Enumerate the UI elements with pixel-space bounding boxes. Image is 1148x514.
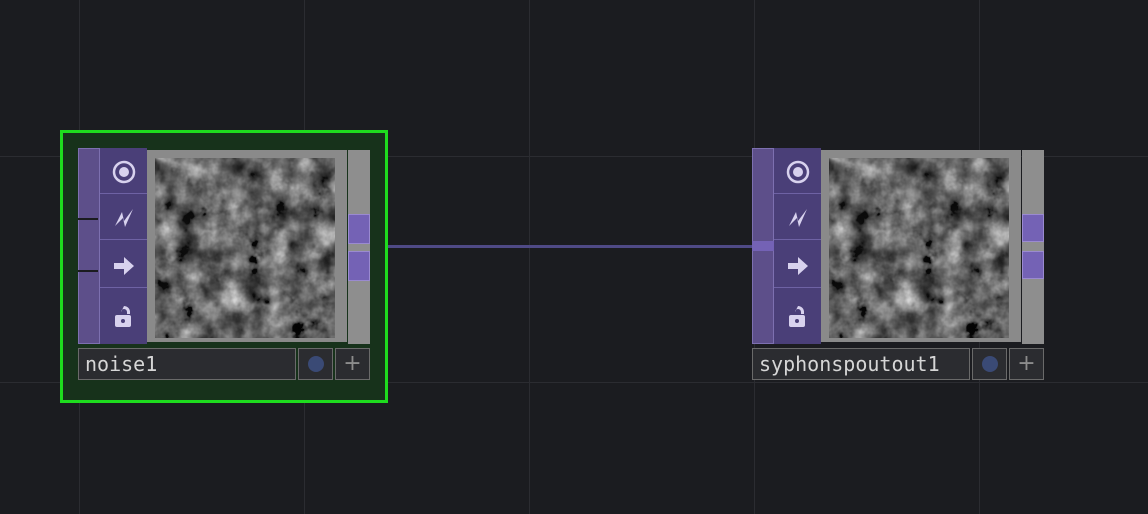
node-add-button[interactable]: + xyxy=(335,348,370,380)
viewer-toggle-icon xyxy=(307,356,324,372)
export-flag-icon xyxy=(787,256,808,275)
node-name-field[interactable]: syphonspoutout1 xyxy=(752,348,970,380)
node-add-button[interactable]: + xyxy=(1009,348,1044,380)
node-flags xyxy=(774,148,821,344)
output-connector[interactable] xyxy=(348,251,370,281)
node-viewer[interactable] xyxy=(147,150,347,342)
lock-icon xyxy=(114,306,131,327)
export-flag[interactable] xyxy=(774,244,821,288)
noise-thumbnail xyxy=(155,158,335,338)
output-strip xyxy=(1022,150,1044,344)
lock-flag[interactable] xyxy=(100,294,147,338)
plus-icon: + xyxy=(1017,351,1036,376)
cook-flag-icon xyxy=(788,208,807,227)
plus-icon: + xyxy=(343,351,362,376)
noise-image xyxy=(155,158,335,338)
input-divider xyxy=(78,218,98,220)
viewer-active-icon xyxy=(112,160,135,183)
node-viewer[interactable] xyxy=(821,150,1021,342)
viewer-flag[interactable] xyxy=(774,150,821,194)
viewer-toggle-icon xyxy=(981,356,998,372)
node-syphonspoutout1[interactable]: syphonspoutout1 + xyxy=(752,148,1046,384)
node-noise1[interactable]: noise1 + xyxy=(78,148,372,384)
node-viewer-toggle-button[interactable] xyxy=(298,348,333,380)
output-strip xyxy=(348,150,370,344)
cook-flag[interactable] xyxy=(774,196,821,240)
export-flag[interactable] xyxy=(100,244,147,288)
input-divider xyxy=(78,270,98,272)
node-flags xyxy=(100,148,147,344)
viewer-flag[interactable] xyxy=(100,150,147,194)
network-editor-canvas[interactable]: noise1 + syphonspoutout1 + xyxy=(0,0,1148,514)
export-flag-icon xyxy=(113,256,134,275)
input-connector[interactable] xyxy=(752,241,774,251)
lock-flag[interactable] xyxy=(774,294,821,338)
node-name-field[interactable]: noise1 xyxy=(78,348,296,380)
input-side-bar[interactable] xyxy=(78,148,100,344)
output-connector[interactable] xyxy=(1022,214,1044,242)
viewer-active-icon xyxy=(786,160,809,183)
output-connector[interactable] xyxy=(348,214,370,244)
connection-wire[interactable] xyxy=(372,245,754,248)
cook-flag[interactable] xyxy=(100,196,147,240)
noise-thumbnail xyxy=(829,158,1009,338)
output-connector[interactable] xyxy=(1022,251,1044,279)
node-viewer-toggle-button[interactable] xyxy=(972,348,1007,380)
noise-image xyxy=(829,158,1009,338)
lock-icon xyxy=(788,306,805,327)
cook-flag-icon xyxy=(114,208,133,227)
